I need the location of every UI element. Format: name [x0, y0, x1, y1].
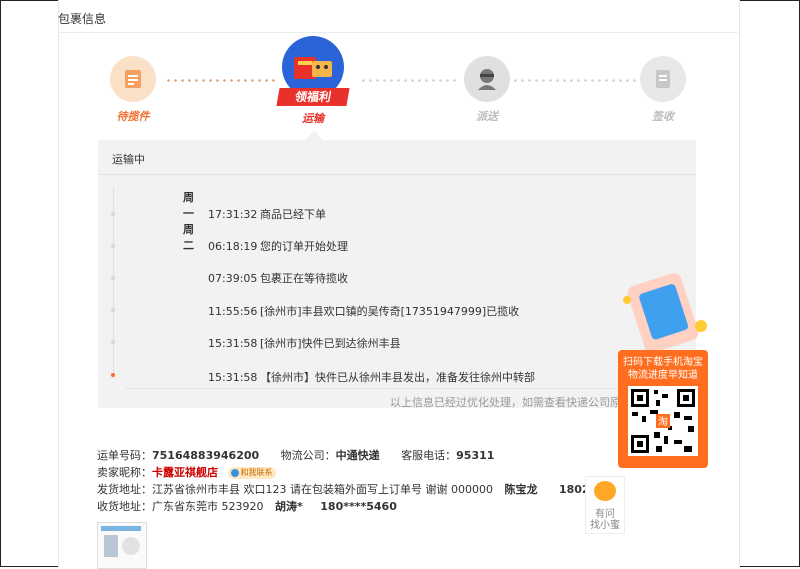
- step-connector-pending-2: [512, 79, 637, 82]
- weekday-label: 周二: [183, 223, 194, 252]
- timeline-dot-current: [111, 373, 115, 377]
- step-delivery: 派送: [452, 56, 522, 124]
- product-thumbnail[interactable]: [97, 522, 147, 569]
- from-address-row: 发货地址：江苏省徐州市丰县 欢口123 请在包装箱外面写上订单号 谢谢 0000…: [97, 483, 598, 496]
- seller-row: 卖家昵称：卡露亚祺舰店 和我联系: [97, 464, 276, 480]
- panel-divider: [98, 174, 696, 175]
- weekday-label: 周一: [183, 191, 194, 220]
- tracking-event: 07:39:05 包裹正在等待揽收: [208, 272, 348, 285]
- assistant-avatar-icon: [594, 481, 616, 501]
- tracking-footnote: 以上信息已经过优化处理，如需查看快递公司原: [390, 396, 621, 409]
- tracking-event: 11:55:56 [徐州市]丰县欢口镇的吴传奇[17351947999]已揽收: [208, 305, 520, 318]
- tracking-event: 06:18:19 您的订单开始处理: [208, 240, 348, 253]
- timeline-dot: [111, 276, 115, 280]
- courier-icon: [464, 56, 510, 102]
- carrier-name: 中通快递: [335, 449, 380, 462]
- help-assistant-button[interactable]: 有问 找小蜜: [585, 476, 625, 534]
- svg-text:淘: 淘: [658, 415, 668, 428]
- step-connector-done: [165, 79, 275, 82]
- step-label: 待揽件: [116, 110, 150, 123]
- contact-seller-button[interactable]: 和我联系: [227, 467, 276, 479]
- waybill-row: 运单号码：75164883946200 物流公司：中通快递 客服电话：95311: [97, 449, 495, 462]
- panel-pointer: [305, 131, 323, 140]
- pickup-icon: [110, 56, 156, 102]
- service-phone: 95311: [456, 449, 495, 462]
- page-title: 包裹信息: [58, 12, 107, 26]
- welfare-banner[interactable]: 领福利: [276, 88, 350, 106]
- step-label: 派送: [476, 110, 498, 123]
- download-app-qr-panel[interactable]: 扫码下载手机淘宝 物流进度早知道 淘: [618, 350, 708, 468]
- timeline-dot: [111, 308, 115, 312]
- waybill-number: 75164883946200: [152, 449, 260, 462]
- step-signed: 签收: [628, 56, 698, 124]
- timeline-dot: [111, 244, 115, 248]
- title-divider: [58, 32, 738, 33]
- to-address-row: 收货地址：广东省东莞市 523920 胡涛* 180****5460: [97, 500, 397, 513]
- tracking-event-latest: 15:31:58 【徐州市】快件已从徐州丰县发出，准备发往徐州中转部: [208, 371, 535, 384]
- qr-code-icon: 淘: [628, 386, 698, 456]
- step-connector-pending: [360, 79, 460, 82]
- step-pickup: 待揽件: [98, 56, 168, 124]
- step-label: 签收: [652, 110, 674, 123]
- timeline-dot: [111, 212, 115, 216]
- timeline-line: [113, 188, 115, 378]
- timeline-dot: [111, 340, 115, 344]
- tracking-event: 15:31:58 [徐州市]快件已到达徐州丰县: [208, 337, 401, 350]
- wangwang-icon: [230, 468, 239, 477]
- signed-icon: [640, 56, 686, 102]
- tracking-status: 运输中: [112, 153, 145, 166]
- tracking-panel: [98, 140, 696, 408]
- seller-name: 卡露亚祺舰店: [152, 466, 218, 479]
- step-transit: 领福利 运输: [273, 36, 353, 126]
- tracking-event: 17:31:32 商品已经下单: [208, 208, 326, 221]
- footnote-divider: [125, 388, 695, 389]
- step-label: 运输: [302, 112, 324, 125]
